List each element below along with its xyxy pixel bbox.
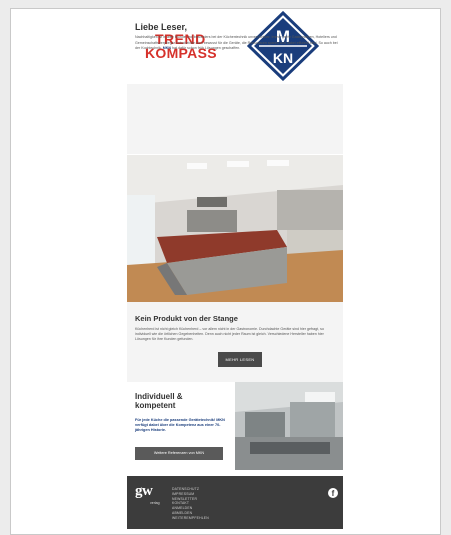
intro-text: Nachhaltigkeit ist in aller Munde und be…	[135, 35, 339, 52]
gw-verlag-subtext: verlag	[150, 501, 160, 505]
intro-text-brand: MKN	[162, 46, 171, 51]
intro-section	[127, 84, 343, 154]
footer-link-recommend[interactable]: WEITEREMPFEHLEN	[172, 516, 232, 521]
individual-heading: Individuell & kompetent	[135, 392, 183, 410]
gw-verlag-logo[interactable]: gw	[135, 483, 153, 500]
footer-links: DATENSCHUTZ IMPRESSUM NEWSLETTER KONTAKT…	[172, 487, 232, 521]
greeting-heading: Liebe Leser,	[135, 22, 188, 32]
product-text: Küchenherd ist nicht gleich Küchenherd –…	[135, 327, 324, 342]
individual-text: Für jede Küche die passende Gerätetechni…	[135, 418, 225, 432]
product-heading: Kein Produkt von der Stange	[135, 314, 238, 323]
newsletter-email: TREND KOMPASS M KN Liebe Leser, Nachhalt…	[127, 9, 343, 529]
intro-text-tail: hat dafür schon früh Lösungen geschaffen…	[170, 46, 241, 51]
kitchen-photo[interactable]	[127, 155, 343, 302]
svg-text:KN: KN	[273, 50, 293, 66]
kitchen-photo-2[interactable]	[235, 382, 343, 470]
more-references-button[interactable]: Weitere Referenzen von MKN	[135, 447, 223, 460]
read-more-button[interactable]: MEHR LESEN	[218, 352, 262, 367]
facebook-icon[interactable]: f	[328, 488, 338, 498]
